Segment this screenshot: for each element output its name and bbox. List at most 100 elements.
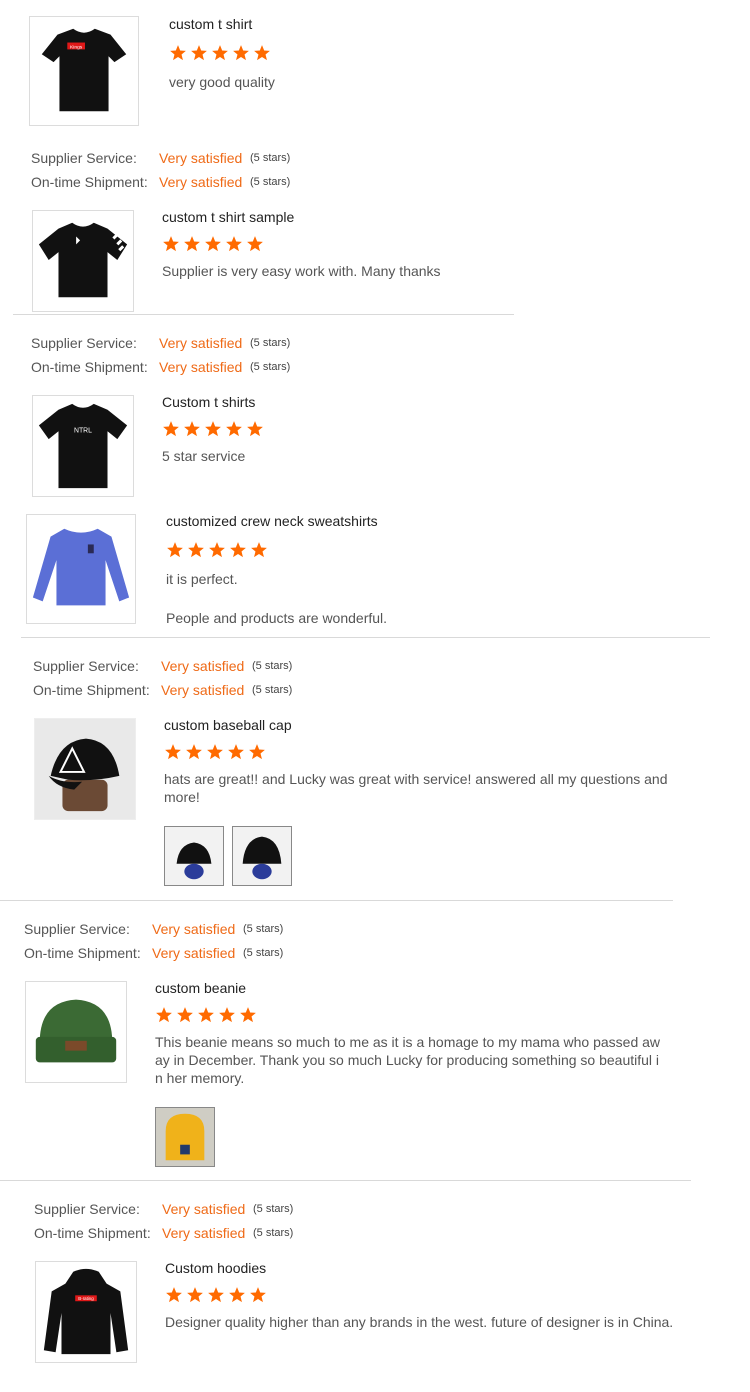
star-rating <box>162 420 264 438</box>
product-thumbnail-tshirt-1[interactable]: Kings <box>29 16 139 126</box>
review-comment: it is perfect. <box>166 571 238 587</box>
rating-label: Supplier Service: <box>33 658 139 674</box>
hoodie-image: B-rating <box>43 1268 129 1355</box>
rating-value: Very satisfied <box>161 682 245 698</box>
beanie-photo <box>156 1108 214 1166</box>
divider <box>13 314 514 315</box>
star-icon <box>166 1287 182 1303</box>
star-icon <box>165 744 181 760</box>
rating-value: Very satisfied <box>159 150 243 166</box>
star-icon <box>205 236 221 252</box>
star-icon <box>250 1287 266 1303</box>
review-title[interactable]: custom t shirt sample <box>162 209 294 225</box>
product-thumbnail-tshirt-2[interactable] <box>32 210 134 312</box>
review-comment: Supplier is very easy work with. Many th… <box>162 263 441 279</box>
rating-count: (5 stars) <box>252 684 293 696</box>
star-icon <box>208 1287 224 1303</box>
review-photo-1[interactable] <box>155 1107 215 1167</box>
product-thumbnail-sweatshirt[interactable] <box>26 514 136 624</box>
star-icon <box>187 1287 203 1303</box>
review-photo-1[interactable] <box>164 826 224 886</box>
star-icon <box>188 542 204 558</box>
rating-label: On-time Shipment: <box>24 945 141 961</box>
star-rating <box>162 235 264 253</box>
rating-value: Very satisfied <box>162 1201 246 1217</box>
review-comment-line2: more! <box>164 789 200 805</box>
rating-count: (5 stars) <box>253 1227 294 1239</box>
rating-value: Very satisfied <box>152 921 236 937</box>
review-title[interactable]: custom baseball cap <box>164 717 292 733</box>
review-comment-continued: People and products are wonderful. <box>166 610 388 626</box>
star-icon <box>177 1007 193 1023</box>
product-thumbnail-hoodie[interactable]: B-rating <box>35 1261 137 1363</box>
review-title[interactable]: custom t shirt <box>169 16 252 32</box>
review-comment: very good quality <box>169 74 275 90</box>
star-icon <box>156 1007 172 1023</box>
rating-label: Supplier Service: <box>31 150 137 166</box>
star-rating <box>164 743 266 761</box>
star-icon <box>207 744 223 760</box>
baseball-cap-image <box>35 719 135 819</box>
review-comment-line2: ay in December. Thank you so much Lucky … <box>155 1052 660 1068</box>
star-icon <box>229 1287 245 1303</box>
tshirt-image <box>38 222 128 298</box>
star-rating <box>165 1286 267 1304</box>
sweatshirt-image <box>32 528 130 606</box>
review-title[interactable]: Custom t shirts <box>162 394 255 410</box>
cap-photo <box>233 827 291 885</box>
review-comment: Designer quality higher than any brands … <box>165 1314 674 1330</box>
rating-label: Supplier Service: <box>24 921 130 937</box>
rating-value: Very satisfied <box>159 174 243 190</box>
review-title[interactable]: Custom hoodies <box>165 1260 266 1276</box>
rating-value: Very satisfied <box>159 335 243 351</box>
review-photo-2[interactable] <box>232 826 292 886</box>
product-thumbnail-tshirt-3[interactable]: NTRL <box>32 395 134 497</box>
rating-value: Very satisfied <box>159 359 243 375</box>
star-rating <box>169 44 271 62</box>
rating-label: On-time Shipment: <box>31 174 148 190</box>
star-icon <box>163 236 179 252</box>
rating-value: Very satisfied <box>152 945 236 961</box>
star-icon <box>170 45 186 61</box>
tshirt-image: Kings <box>41 28 127 112</box>
divider <box>0 900 673 901</box>
star-icon <box>240 1007 256 1023</box>
star-icon <box>254 45 270 61</box>
rating-value: Very satisfied <box>162 1225 246 1241</box>
review-title[interactable]: custom beanie <box>155 980 246 996</box>
star-icon <box>167 542 183 558</box>
rating-label: Supplier Service: <box>34 1201 140 1217</box>
product-thumbnail-beanie[interactable] <box>25 981 127 1083</box>
rating-value: Very satisfied <box>161 658 245 674</box>
cap-photo <box>165 827 223 885</box>
rating-label: On-time Shipment: <box>33 682 150 698</box>
review-comment-line3: n her memory. <box>155 1070 245 1086</box>
review-comment: hats are great!! and Lucky was great wit… <box>164 771 668 787</box>
product-thumbnail-cap[interactable] <box>34 718 136 820</box>
star-icon <box>219 1007 235 1023</box>
star-icon <box>209 542 225 558</box>
svg-text:Kings: Kings <box>70 44 83 50</box>
divider <box>0 1180 691 1181</box>
star-icon <box>184 421 200 437</box>
rating-count: (5 stars) <box>250 361 291 373</box>
rating-count: (5 stars) <box>250 176 291 188</box>
review-title[interactable]: customized crew neck sweatshirts <box>166 513 378 529</box>
star-icon <box>205 421 221 437</box>
rating-label: On-time Shipment: <box>31 359 148 375</box>
svg-text:B-rating: B-rating <box>78 1296 94 1301</box>
rating-count: (5 stars) <box>253 1203 294 1215</box>
rating-count: (5 stars) <box>250 152 291 164</box>
star-icon <box>184 236 200 252</box>
divider <box>21 637 710 638</box>
star-icon <box>163 421 179 437</box>
beanie-image <box>35 999 117 1063</box>
star-icon <box>226 236 242 252</box>
star-icon <box>247 421 263 437</box>
rating-count: (5 stars) <box>250 337 291 349</box>
star-icon <box>226 421 242 437</box>
review-comment: 5 star service <box>162 448 246 464</box>
star-icon <box>247 236 263 252</box>
star-icon <box>249 744 265 760</box>
star-icon <box>228 744 244 760</box>
